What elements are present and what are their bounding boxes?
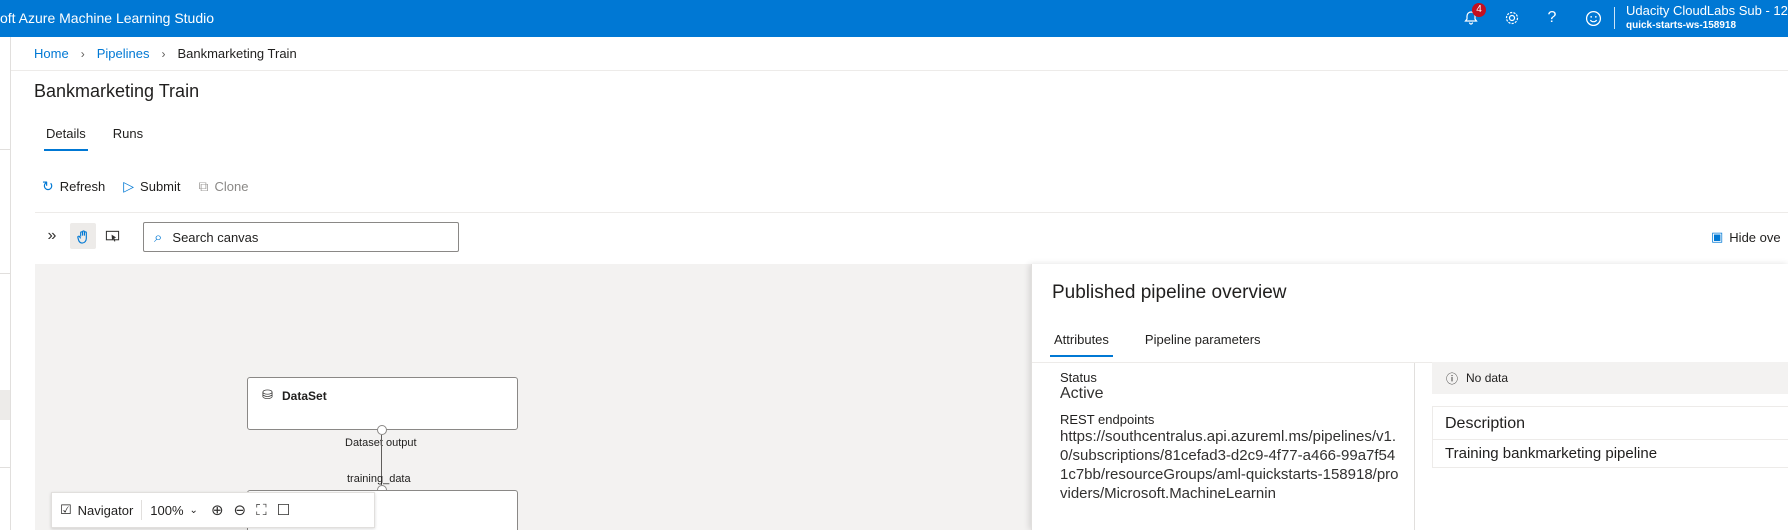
select-pointer-icon[interactable] (99, 223, 125, 249)
node-label: DataSet (282, 389, 327, 403)
play-icon: ▷ (123, 178, 135, 194)
help-icon[interactable]: ? (1541, 7, 1563, 29)
panel-title: Published pipeline overview (1052, 282, 1287, 303)
status-label: Status (1060, 370, 1097, 385)
navigator-label: Navigator (77, 502, 134, 518)
gear-icon[interactable] (1501, 7, 1523, 29)
pipeline-canvas[interactable]: ⛁ DataSet Dataset output training_data ☑… (35, 264, 1031, 530)
pan-hand-icon[interactable] (70, 223, 96, 249)
dataset-cylinder-icon: ⛁ (262, 387, 273, 402)
pipeline-overview-panel: Published pipeline overview Attributes P… (1031, 264, 1788, 530)
search-canvas-input[interactable] (170, 228, 435, 246)
dataset-node[interactable]: ⛁ DataSet (247, 377, 518, 430)
navigator-toggle[interactable]: ☑ Navigator (52, 502, 141, 518)
zoom-in-icon[interactable]: ⊕ (206, 501, 229, 519)
zoom-out-icon[interactable]: ⊖ (229, 501, 252, 519)
clone-label: Clone (214, 179, 249, 194)
clone-icon: ⧉ (198, 178, 209, 194)
left-nav (0, 37, 11, 530)
search-canvas-box[interactable]: ⌕ (143, 222, 459, 252)
zoom-dropdown[interactable]: 100% ⌄ (142, 503, 206, 518)
refresh-label: Refresh (59, 179, 106, 194)
refresh-button[interactable]: ↻ Refresh (42, 178, 105, 195)
input-port-label: training_data (347, 473, 411, 485)
tab-attributes[interactable]: Attributes (1050, 332, 1113, 357)
account-menu[interactable]: Udacity CloudLabs Sub - 12 quick-starts-… (1626, 3, 1788, 33)
nav-divider (0, 467, 10, 468)
header-divider (11, 70, 1788, 71)
navigator-toolbar: ☑ Navigator 100% ⌄ ⊕ ⊖ ⛶ ☐ (51, 492, 375, 528)
chevron-right-icon: › (161, 46, 166, 61)
tab-details[interactable]: Details (44, 126, 88, 151)
chevron-right-icon: › (80, 46, 85, 61)
clone-button[interactable]: ⧉ Clone (199, 178, 249, 195)
tab-runs[interactable]: Runs (113, 126, 143, 151)
hide-overview-button[interactable]: ▣ Hide ove (1711, 229, 1781, 245)
description-value: Training bankmarketing pipeline (1445, 445, 1658, 462)
search-icon: ⌕ (154, 228, 163, 246)
account-name: Udacity CloudLabs Sub - 12 (1626, 3, 1788, 18)
info-icon: ⓘ (1446, 371, 1459, 386)
expand-chevrons-icon[interactable]: » (39, 223, 65, 249)
submit-button[interactable]: ▷ Submit (123, 178, 180, 195)
attributes-column: Status Active REST endpoints https://sou… (1060, 370, 1399, 503)
feedback-smiley-icon[interactable] (1582, 7, 1604, 29)
chevron-down-icon: ⌄ (189, 504, 198, 516)
action-bar: ↻ Refresh ▷ Submit ⧉ Clone (42, 178, 248, 195)
rest-endpoints-label: REST endpoints (1060, 412, 1155, 427)
breadcrumb-pipelines[interactable]: Pipelines (97, 46, 150, 61)
canvas-toolbar: » ⌕ ▣ Hide ove (35, 212, 1788, 265)
actual-size-icon[interactable]: ☐ (272, 501, 295, 519)
breadcrumb: Home › Pipelines › Bankmarketing Train (34, 46, 297, 61)
refresh-icon: ↻ (42, 178, 54, 194)
no-data-message: ⓘ No data (1432, 362, 1788, 394)
nav-selected-item[interactable] (0, 390, 10, 420)
hide-overview-label: Hide ove (1729, 229, 1781, 245)
breadcrumb-home[interactable]: Home (34, 46, 69, 61)
column-divider (1414, 363, 1415, 530)
page-tabs: Details Runs (44, 126, 143, 151)
output-port[interactable] (377, 425, 387, 435)
nav-divider (0, 149, 10, 150)
workspace-name: quick-starts-ws-158918 (1626, 20, 1737, 31)
breadcrumb-current: Bankmarketing Train (177, 46, 297, 61)
topbar-divider (1614, 7, 1615, 29)
panel-icon: ▣ (1711, 229, 1724, 244)
app-title[interactable]: oft Azure Machine Learning Studio (0, 10, 214, 26)
submit-label: Submit (140, 179, 181, 194)
panel-tabs: Attributes Pipeline parameters (1050, 332, 1261, 357)
page-title: Bankmarketing Train (34, 81, 200, 101)
fit-screen-icon[interactable]: ⛶ (251, 502, 272, 519)
status-value: Active (1060, 385, 1104, 402)
tab-pipeline-parameters[interactable]: Pipeline parameters (1145, 332, 1261, 357)
no-data-text: No data (1466, 371, 1509, 385)
navigator-checkbox-icon: ☑ (60, 502, 72, 517)
nav-divider (0, 273, 10, 274)
top-bar: oft Azure Machine Learning Studio 4 ? Ud… (0, 0, 1788, 37)
description-card: Description Training bankmarketing pipel… (1432, 406, 1788, 468)
notification-badge: 4 (1472, 3, 1486, 17)
description-label: Description (1445, 415, 1526, 432)
description-divider (1433, 439, 1788, 440)
rest-endpoint-url[interactable]: https://southcentralus.api.azureml.ms/pi… (1060, 427, 1400, 503)
bell-icon[interactable]: 4 (1460, 3, 1486, 29)
zoom-value: 100% (150, 502, 184, 518)
